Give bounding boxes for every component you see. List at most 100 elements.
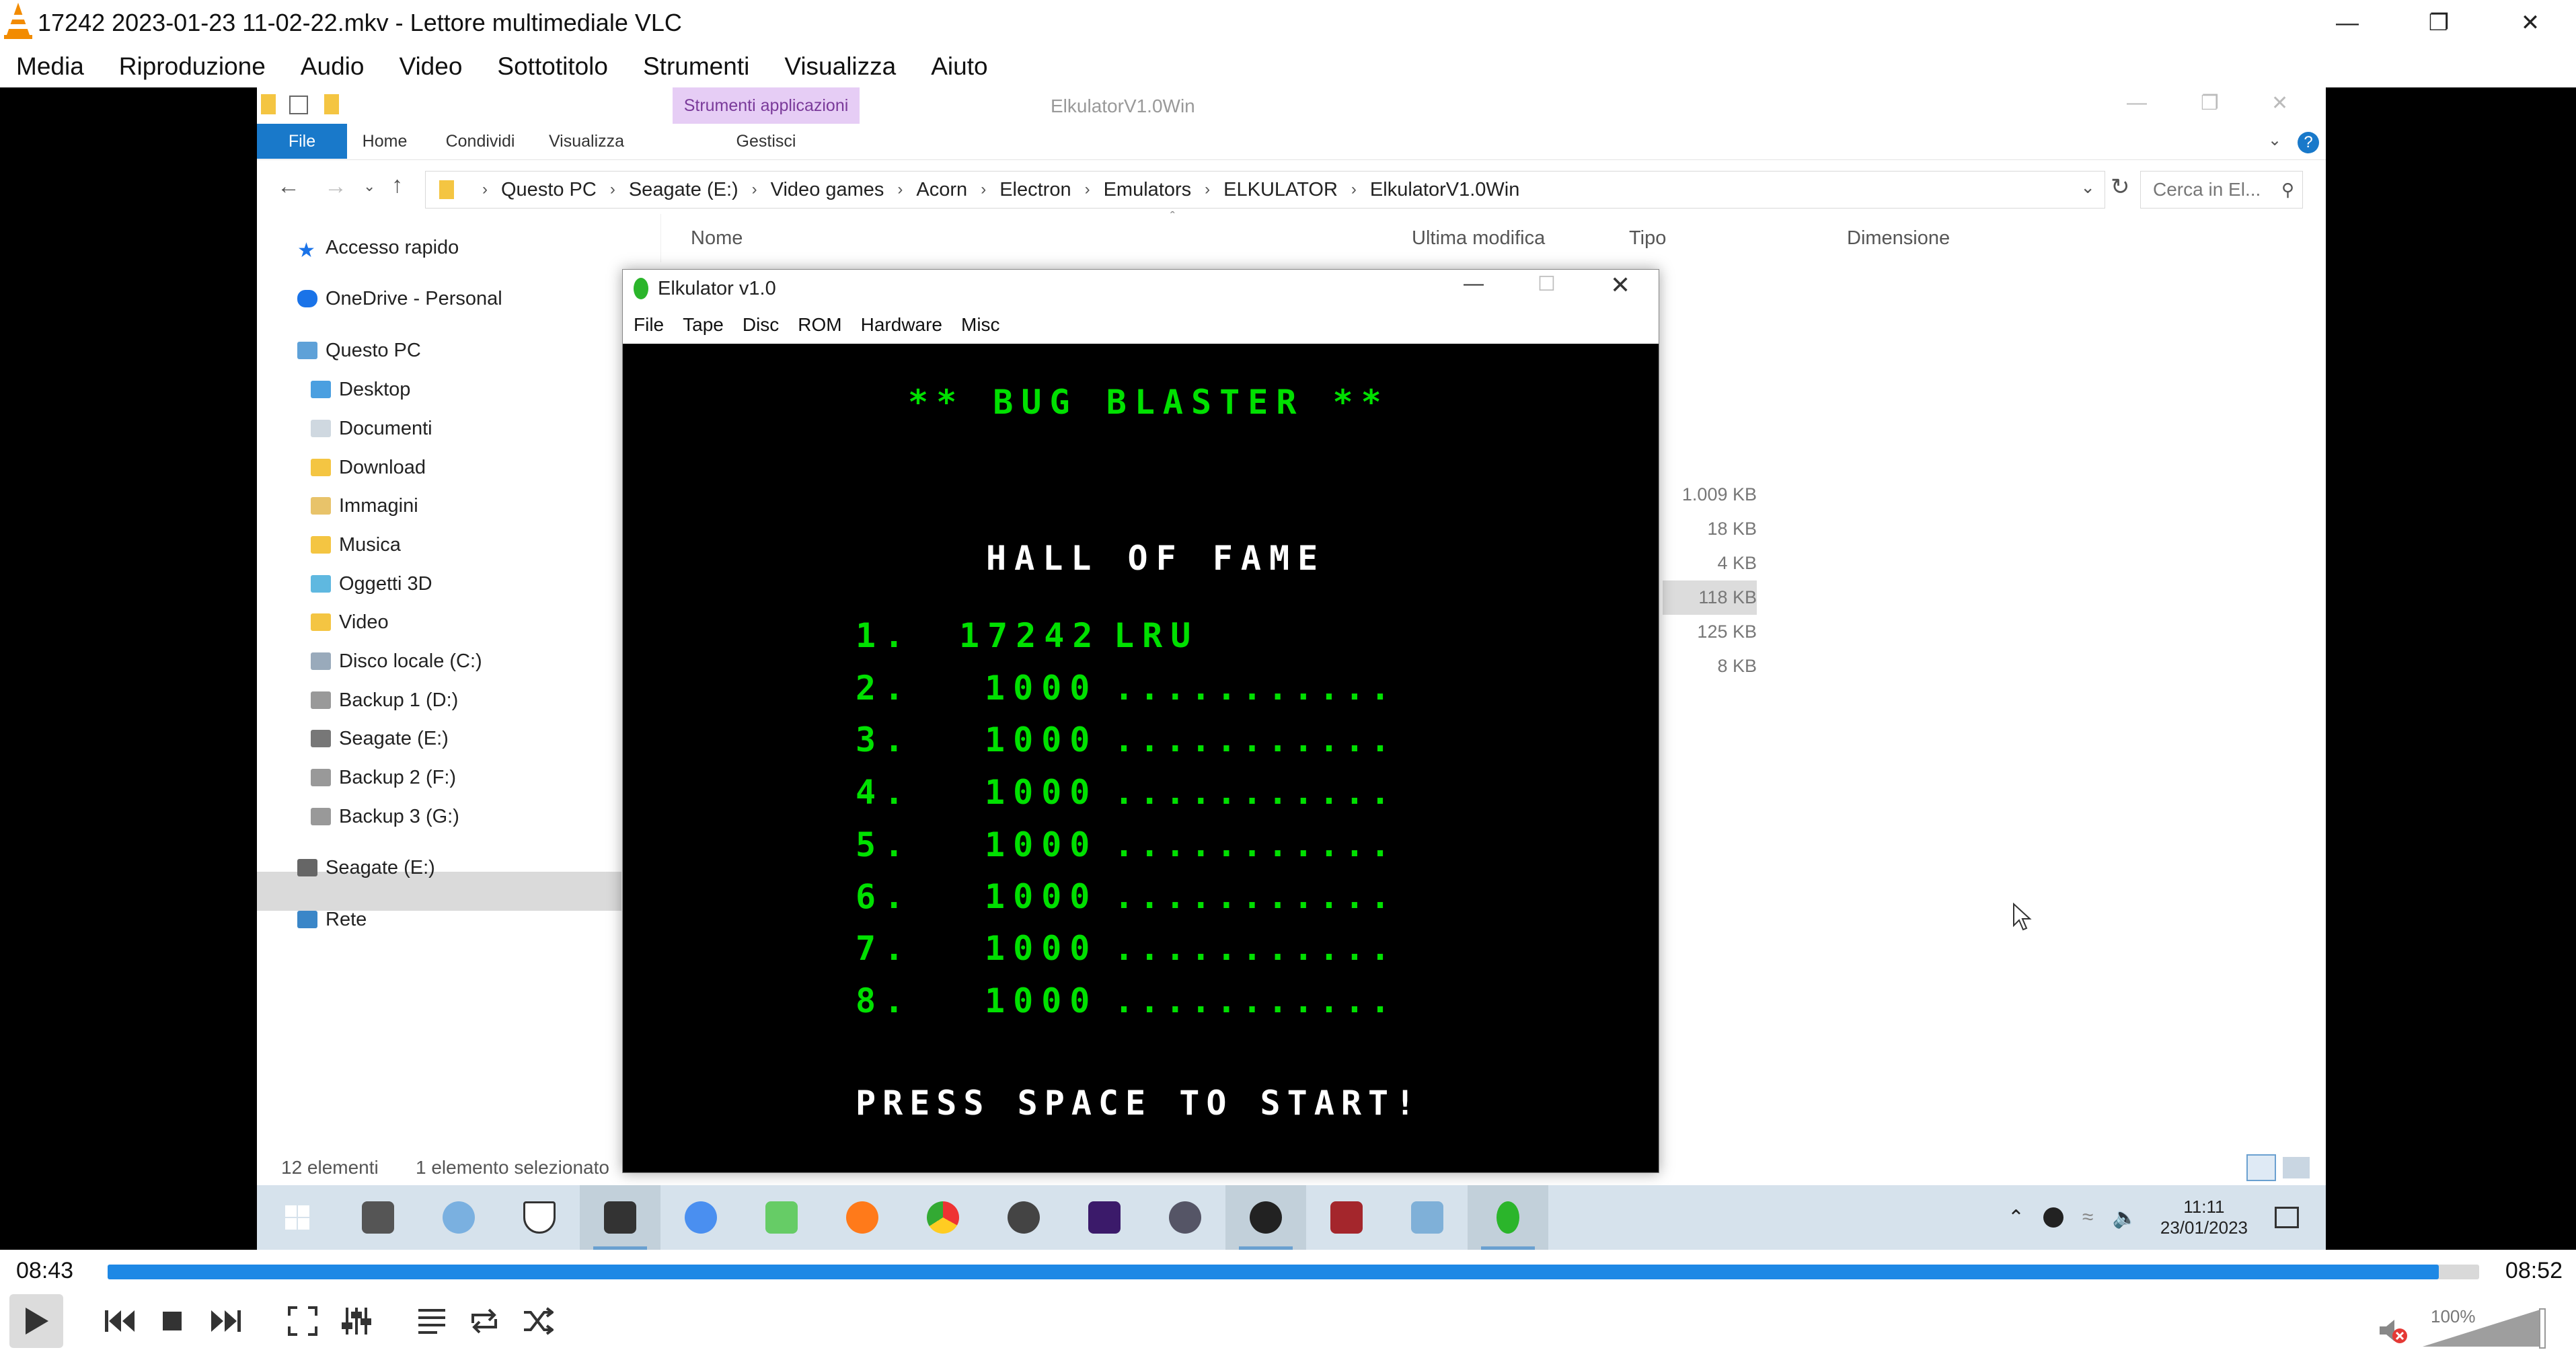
elk-menu-misc[interactable]: Misc [961, 314, 1000, 336]
breadcrumb-item[interactable]: Emulators [1104, 179, 1192, 201]
breadcrumb-item[interactable]: Video games [771, 179, 884, 201]
nav-item-musica[interactable]: Musica [311, 526, 401, 564]
details-view-icon[interactable] [2246, 1154, 2276, 1181]
taskbar-recorder[interactable] [1225, 1185, 1306, 1250]
taskbar-calculator[interactable] [338, 1185, 418, 1250]
nav-item-backup-g[interactable]: Backup 3 (G:) [311, 798, 459, 835]
start-button[interactable] [257, 1185, 338, 1250]
file-size[interactable]: 118 KB [1663, 580, 1757, 615]
volume-icon[interactable]: 🔈 [2113, 1206, 2137, 1230]
breadcrumb-item[interactable]: Electron [999, 179, 1071, 201]
playlist-button[interactable] [405, 1294, 459, 1348]
shuffle-button[interactable] [511, 1294, 565, 1348]
back-icon[interactable]: ← [277, 174, 300, 200]
menu-video[interactable]: Video [399, 52, 462, 81]
notifications-icon[interactable] [2275, 1207, 2299, 1228]
elk-menu-hardware[interactable]: Hardware [861, 314, 942, 336]
tray-app-icon[interactable] [2043, 1207, 2064, 1228]
next-button[interactable] [199, 1294, 253, 1348]
elk-close-button[interactable]: ✕ [1610, 271, 1630, 299]
chevron-down-icon[interactable]: ⌄ [2080, 177, 2095, 198]
checkbox-icon[interactable] [289, 96, 308, 114]
address-bar[interactable]: › Questo PC › Seagate (E:) › Video games › A… [425, 171, 2105, 209]
fullscreen-button[interactable] [276, 1294, 330, 1348]
tab-file[interactable]: File [257, 124, 347, 159]
breadcrumb-item[interactable]: ELKULATOR [1223, 179, 1338, 201]
breadcrumb-item[interactable]: Questo PC [501, 179, 597, 201]
play-button[interactable] [9, 1294, 63, 1348]
close-button[interactable]: ✕ [2485, 0, 2576, 46]
game-screen[interactable]: ** BUG BLASTER ** HALL OF FAME 1. 17242 … [623, 344, 1659, 1172]
nav-item-seagate-e[interactable]: Seagate (E:) [311, 720, 449, 757]
explorer-minimize[interactable]: — [2127, 91, 2147, 114]
menu-audio[interactable]: Audio [301, 52, 365, 81]
tab-visualizza[interactable]: Visualizza [539, 124, 634, 159]
minimize-button[interactable]: — [2302, 0, 2393, 46]
tab-home[interactable]: Home [351, 124, 418, 159]
extended-settings-button[interactable] [330, 1294, 383, 1348]
elk-menu-tape[interactable]: Tape [683, 314, 724, 336]
menu-visualizza[interactable]: Visualizza [784, 52, 896, 81]
elk-menu-disc[interactable]: Disc [743, 314, 779, 336]
taskbar-media-2[interactable] [1145, 1185, 1225, 1250]
taskbar-app-drop[interactable] [660, 1185, 741, 1250]
nav-item-quick-access[interactable]: ★ Accesso rapido [297, 229, 459, 266]
column-ultima-modifica[interactable]: Ultima modifica [1412, 227, 1545, 250]
clock[interactable]: 11:11 23/01/2023 [2160, 1197, 2248, 1238]
nav-item-disco-c[interactable]: Disco locale (C:) [311, 642, 482, 680]
taskbar-chrome[interactable] [903, 1185, 983, 1250]
refresh-icon[interactable]: ↻ [2111, 174, 2130, 200]
menu-sottotitolo[interactable]: Sottotitolo [497, 52, 608, 81]
nav-item-documenti[interactable]: Documenti [311, 410, 432, 447]
stop-button[interactable] [145, 1294, 199, 1348]
column-dimensione[interactable]: Dimensione [1847, 227, 1950, 250]
explorer-close[interactable]: ✕ [2271, 91, 2288, 115]
explorer-restore[interactable]: ❐ [2201, 91, 2219, 115]
elk-menu-file[interactable]: File [634, 314, 664, 336]
wifi-icon[interactable]: ≈ [2082, 1206, 2093, 1229]
taskbar-app-blue[interactable] [1387, 1185, 1468, 1250]
elk-maximize-button[interactable]: ☐ [1538, 272, 1556, 296]
large-icons-view-icon[interactable] [2283, 1157, 2310, 1178]
nav-item-rete[interactable]: Rete [297, 901, 367, 938]
nav-item-seagate[interactable]: Seagate (E:) [297, 849, 435, 887]
loop-button[interactable] [457, 1294, 511, 1348]
chevron-up-icon[interactable]: ⌃ [2008, 1206, 2024, 1230]
menu-aiuto[interactable]: Aiuto [931, 52, 987, 81]
taskbar-access[interactable] [1306, 1185, 1387, 1250]
recent-locations-icon[interactable]: ⌄ [363, 178, 375, 195]
breadcrumb-item[interactable]: ElkulatorV1.0Win [1370, 179, 1519, 201]
breadcrumb-item[interactable]: Seagate (E:) [629, 179, 738, 201]
forward-icon[interactable]: → [324, 174, 347, 200]
taskbar-security[interactable] [499, 1185, 580, 1250]
column-nome[interactable]: Nome [691, 227, 743, 250]
new-folder-icon[interactable] [324, 94, 339, 114]
menu-strumenti[interactable]: Strumenti [643, 52, 749, 81]
mute-icon[interactable] [2378, 1316, 2408, 1345]
nav-item-onedrive[interactable]: OneDrive - Personal [297, 280, 502, 317]
ribbon-expand-icon[interactable]: ⌄ [2268, 130, 2281, 150]
search-input[interactable]: Cerca in El... ⚲ [2140, 171, 2303, 209]
menu-media[interactable]: Media [16, 52, 84, 81]
tab-gestisci[interactable]: Gestisci [673, 124, 860, 159]
nav-item-immagini[interactable]: Immagini [311, 487, 418, 525]
nav-item-this-pc[interactable]: Questo PC [297, 332, 421, 369]
help-icon[interactable]: ? [2298, 132, 2319, 153]
nav-item-desktop[interactable]: Desktop [311, 371, 410, 408]
video-area[interactable]: ElkulatorV1.0Win — ❐ ✕ File Home Condivi… [0, 87, 2576, 1250]
previous-button[interactable] [93, 1294, 147, 1348]
elk-minimize-button[interactable]: — [1464, 272, 1484, 295]
nav-item-backup-d[interactable]: Backup 1 (D:) [311, 681, 458, 719]
taskbar-video-editor[interactable] [1064, 1185, 1145, 1250]
taskbar-elkulator[interactable] [1468, 1185, 1548, 1250]
elk-menu-rom[interactable]: ROM [798, 314, 841, 336]
menu-riproduzione[interactable]: Riproduzione [119, 52, 266, 81]
taskbar-notepad[interactable] [741, 1185, 822, 1250]
up-icon[interactable]: ↑ [391, 172, 403, 198]
column-tipo[interactable]: Tipo [1629, 227, 1666, 250]
taskbar-explorer[interactable] [580, 1185, 660, 1250]
seek-slider[interactable] [108, 1265, 2479, 1279]
tab-condividi[interactable]: Condividi [433, 124, 527, 159]
taskbar-paint[interactable] [418, 1185, 499, 1250]
nav-item-download[interactable]: Download [311, 449, 426, 486]
